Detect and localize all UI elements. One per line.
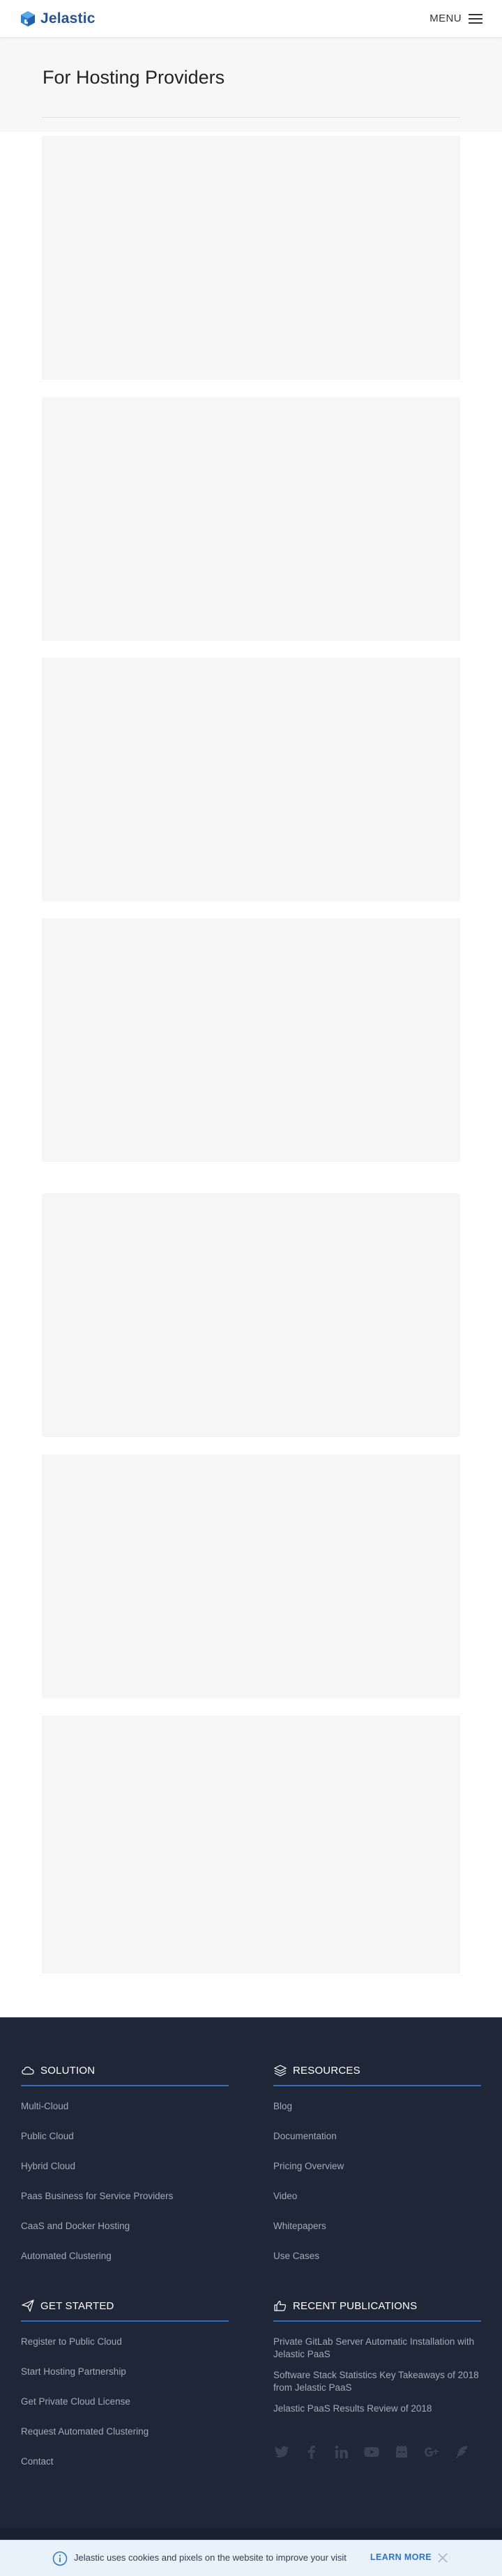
footer-link-video[interactable]: Video (273, 2190, 481, 2203)
footer-link-private-cloud-license[interactable]: Get Private Cloud License (21, 2396, 229, 2408)
learn-more-link[interactable]: LEARN MORE (370, 2552, 432, 2562)
footer-link-caas-docker[interactable]: CaaS and Docker Hosting (21, 2220, 229, 2233)
menu-label: MENU (429, 13, 462, 24)
jelastic-logo[interactable]: Jelastic (20, 9, 96, 29)
footer-link-blog[interactable]: Blog (273, 2100, 481, 2113)
github-icon[interactable] (393, 2444, 410, 2460)
jelastic-logo-icon (21, 11, 35, 26)
close-icon[interactable] (436, 2552, 449, 2564)
footer-link-hybrid-cloud[interactable]: Hybrid Cloud (21, 2160, 229, 2173)
paper-plane-icon (22, 2299, 34, 2312)
content-card-placeholder (42, 918, 460, 1162)
footer-publication-gitlab[interactable]: Private GitLab Server Automatic Installa… (273, 2336, 481, 2361)
thumbs-up-icon (274, 2300, 287, 2311)
content-card-placeholder (42, 397, 460, 641)
site-footer: SOLUTION Multi-Cloud Public Cloud Hybrid… (0, 2017, 502, 2529)
footer-link-register-public-cloud[interactable]: Register to Public Cloud (21, 2336, 229, 2348)
twitter-icon[interactable] (273, 2444, 290, 2460)
footer-get-started-section: GET STARTED Register to Public Cloud Sta… (21, 2298, 229, 2485)
linkedin-icon[interactable] (333, 2444, 350, 2460)
footer-heading-underline (21, 2320, 229, 2322)
layers-icon (273, 2065, 287, 2077)
content-card-placeholder (42, 1716, 460, 1973)
footer-link-automated-clustering[interactable]: Automated Clustering (21, 2250, 229, 2263)
hero-divider (42, 117, 460, 118)
footer-link-hosting-partnership[interactable]: Start Hosting Partnership (21, 2366, 229, 2378)
footer-link-contact[interactable]: Contact (21, 2455, 229, 2468)
footer-link-paas-business[interactable]: Paas Business for Service Providers (21, 2190, 229, 2203)
page-hero: For Hosting Providers (0, 38, 502, 132)
content-card-placeholder (42, 658, 460, 901)
footer-link-multi-cloud[interactable]: Multi-Cloud (21, 2100, 229, 2113)
footer-link-request-clustering[interactable]: Request Automated Clustering (21, 2426, 229, 2438)
footer-heading-label: SOLUTION (40, 2064, 96, 2077)
feather-icon[interactable] (453, 2444, 470, 2460)
footer-solution-heading: SOLUTION (21, 2063, 229, 2078)
footer-publications-heading: RECENT PUBLICATIONS (273, 2298, 481, 2313)
google-plus-icon[interactable] (423, 2444, 440, 2460)
footer-link-whitepapers[interactable]: Whitepapers (273, 2220, 481, 2233)
footer-publications-section: RECENT PUBLICATIONS Private GitLab Serve… (273, 2298, 481, 2423)
content-card-placeholder (42, 1454, 460, 1698)
footer-heading-label: RESOURCES (293, 2064, 360, 2077)
footer-link-public-cloud[interactable]: Public Cloud (21, 2130, 229, 2143)
footer-link-pricing-overview[interactable]: Pricing Overview (273, 2160, 481, 2173)
youtube-icon[interactable] (363, 2444, 380, 2460)
footer-solution-section: SOLUTION Multi-Cloud Public Cloud Hybrid… (21, 2063, 229, 2280)
footer-publication-software-stack[interactable]: Software Stack Statistics Key Takeaways … (273, 2369, 481, 2394)
page-title: For Hosting Providers (43, 67, 225, 88)
footer-heading-underline (21, 2085, 229, 2086)
info-icon (52, 2551, 68, 2566)
cloud-icon (22, 2066, 34, 2075)
footer-heading-underline (273, 2085, 481, 2086)
footer-publication-results-review[interactable]: Jelastic PaaS Results Review of 2018 (273, 2403, 481, 2415)
social-links (273, 2444, 483, 2460)
footer-heading-label: GET STARTED (40, 2299, 114, 2312)
footer-link-use-cases[interactable]: Use Cases (273, 2250, 481, 2263)
site-header: Jelastic MENU (0, 0, 502, 38)
footer-resources-section: RESOURCES Blog Documentation Pricing Ove… (273, 2063, 481, 2280)
footer-get-started-heading: GET STARTED (21, 2298, 229, 2313)
logo-text: Jelastic (40, 10, 96, 26)
footer-resources-heading: RESOURCES (273, 2063, 481, 2078)
hamburger-icon (469, 13, 482, 24)
footer-heading-label: RECENT PUBLICATIONS (293, 2299, 418, 2312)
cookie-consent-bar: Jelastic uses cookies and pixels on the … (0, 2540, 502, 2576)
cookie-message: Jelastic uses cookies and pixels on the … (74, 2552, 347, 2563)
content-card-placeholder (42, 1193, 460, 1437)
footer-link-documentation[interactable]: Documentation (273, 2130, 481, 2143)
menu-button[interactable]: MENU (429, 13, 482, 24)
content-card-placeholder (42, 136, 460, 380)
footer-heading-underline (273, 2320, 481, 2322)
facebook-icon[interactable] (303, 2444, 320, 2460)
